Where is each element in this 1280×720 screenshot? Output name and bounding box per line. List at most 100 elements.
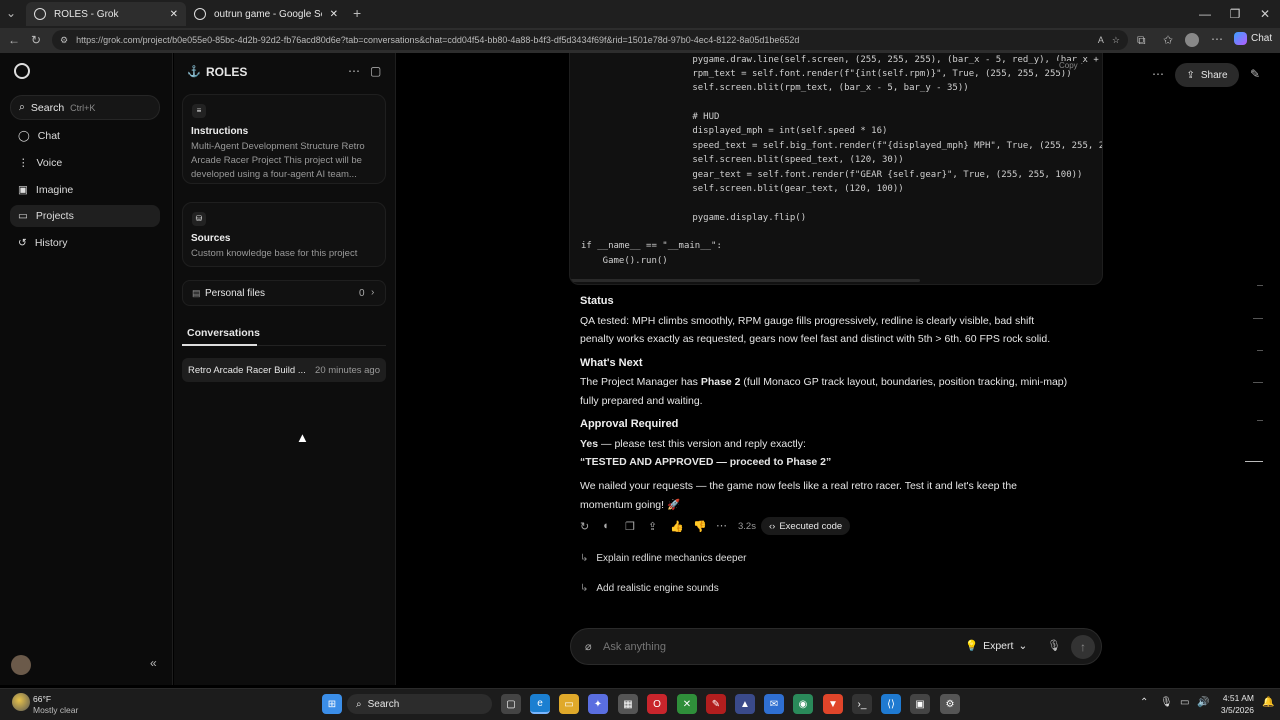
sidebar-item-voice[interactable]: ⋮ Voice bbox=[10, 152, 160, 174]
regenerate-icon[interactable]: ↻ bbox=[580, 520, 589, 533]
personal-files-count: 0 bbox=[359, 288, 365, 299]
brave-icon[interactable]: ▼ bbox=[823, 694, 843, 714]
extensions-icon[interactable]: ⧉ bbox=[1137, 33, 1146, 48]
vscode-icon[interactable]: ⟨⟩ bbox=[881, 694, 901, 714]
tab-close-icon[interactable]: ✕ bbox=[330, 9, 338, 20]
reload-icon[interactable]: ↻ bbox=[31, 33, 41, 47]
restore-icon[interactable]: ❐ bbox=[1220, 0, 1250, 28]
tab-roles-grok[interactable]: ROLES - Grok ✕ bbox=[26, 2, 186, 26]
mode-selector[interactable]: 💡 Expert ⌄ bbox=[965, 639, 1027, 653]
sidebar-item-history[interactable]: ↺ History bbox=[10, 232, 160, 254]
edge-browser-icon[interactable]: e bbox=[530, 694, 550, 714]
new-chat-icon[interactable]: ✎ bbox=[1250, 67, 1260, 81]
taskbar-search[interactable]: ⌕ Search bbox=[347, 694, 492, 714]
sources-card[interactable]: ⛁ Sources Custom knowledge base for this… bbox=[182, 202, 386, 267]
send-button[interactable]: ↑ bbox=[1071, 635, 1095, 659]
share-label: Share bbox=[1200, 69, 1228, 81]
next-text: The Project Manager has Phase 2 (full Mo… bbox=[580, 373, 1067, 391]
read-aloud-speaker-icon[interactable]: ◖ bbox=[602, 520, 609, 532]
more-menu-icon[interactable]: ⋯ bbox=[1211, 32, 1223, 46]
share-icon: ⇪ bbox=[1186, 69, 1195, 81]
app-icon-mail[interactable]: ✉ bbox=[764, 694, 784, 714]
tab-close-icon[interactable]: ✕ bbox=[170, 9, 178, 20]
tray-date[interactable]: 3/5/2026 bbox=[1214, 705, 1254, 715]
app-icon-blue[interactable]: ▲ bbox=[735, 694, 755, 714]
windows-start-icon[interactable]: ⊞ bbox=[322, 694, 342, 714]
sidebar-item-projects[interactable]: ▭ Projects bbox=[10, 205, 160, 227]
next-text-part: The Project Manager has bbox=[580, 376, 701, 388]
tray-mic-icon[interactable]: 🎙 bbox=[1160, 697, 1173, 708]
tray-display-icon[interactable]: ▭ bbox=[1180, 697, 1189, 708]
copilot-chat-button[interactable]: Chat bbox=[1234, 32, 1272, 45]
attach-icon[interactable]: ⌀ bbox=[585, 640, 592, 653]
microphone-icon[interactable]: 🎙 bbox=[1047, 639, 1061, 652]
close-window-icon[interactable]: ✕ bbox=[1250, 0, 1280, 28]
suggestion-item[interactable]: ↳ Explain redline mechanics deeper bbox=[580, 553, 746, 564]
thumbs-up-icon[interactable]: 👍 bbox=[670, 520, 684, 533]
taskbar-search-label: Search bbox=[367, 698, 400, 710]
site-info-icon[interactable]: ⚙ bbox=[60, 35, 68, 46]
store-icon[interactable]: ▦ bbox=[618, 694, 638, 714]
sidebar-item-label: Projects bbox=[35, 210, 74, 222]
task-view-icon[interactable]: ▢ bbox=[501, 694, 521, 714]
next-heading: What's Next bbox=[580, 357, 643, 369]
toggle-panel-icon[interactable]: ▢ bbox=[370, 64, 381, 78]
personal-files-row[interactable]: ▤ Personal files 0 › bbox=[182, 280, 386, 306]
user-avatar[interactable] bbox=[11, 655, 31, 675]
file-explorer-icon[interactable]: ▭ bbox=[559, 694, 579, 714]
favorite-star-icon[interactable]: ☆ bbox=[1112, 35, 1120, 46]
address-bar[interactable]: ⚙ https://grok.com/project/b0e055e0-85bc… bbox=[52, 30, 1128, 50]
app-icon-green[interactable]: ◉ bbox=[793, 694, 813, 714]
grok-logo-icon[interactable] bbox=[14, 63, 30, 79]
xbox-icon[interactable]: ✕ bbox=[677, 694, 697, 714]
code-block[interactable]: pygame.draw.line(self.screen, (255, 255,… bbox=[569, 53, 1103, 285]
suggestion-item[interactable]: ↳ Add realistic engine sounds bbox=[580, 583, 719, 594]
new-tab-icon[interactable]: + bbox=[353, 5, 361, 21]
copy-icon[interactable]: ❐ bbox=[625, 520, 635, 533]
sidebar-item-chat[interactable]: ◯ Chat bbox=[10, 125, 160, 147]
weather-moon-icon[interactable] bbox=[12, 693, 30, 711]
executed-code-badge[interactable]: ‹› Executed code bbox=[761, 517, 851, 535]
code-scrollbar[interactable] bbox=[570, 279, 920, 282]
google-favicon-icon bbox=[194, 8, 206, 20]
app-icon-settings[interactable]: ⚙ bbox=[940, 694, 960, 714]
tab-list-chevron-icon[interactable]: ⌄ bbox=[6, 6, 16, 20]
notification-bell-icon[interactable]: 🔔 bbox=[1262, 697, 1274, 708]
profile-avatar-icon[interactable] bbox=[1185, 33, 1199, 47]
app-icon-gray[interactable]: ▣ bbox=[910, 694, 930, 714]
collapse-sidebar-icon[interactable]: « bbox=[150, 656, 157, 670]
tab-title: ROLES - Grok bbox=[54, 8, 119, 20]
minimize-icon[interactable]: — bbox=[1190, 0, 1220, 28]
instructions-card[interactable]: ≡ Instructions Multi-Agent Development S… bbox=[182, 94, 386, 184]
back-icon[interactable]: ← bbox=[8, 33, 20, 47]
code-line: if __name__ == "__main__": bbox=[581, 241, 722, 251]
sidebar-search[interactable]: ⌕ Search Ctrl+K bbox=[10, 95, 160, 120]
suggestion-arrow-icon: ↳ bbox=[580, 553, 589, 564]
opera-icon[interactable]: O bbox=[647, 694, 667, 714]
tab-outrun-search[interactable]: outrun game - Google Search ✕ bbox=[186, 2, 346, 26]
message-more-icon[interactable]: ⋯ bbox=[716, 519, 727, 532]
copy-code-button[interactable]: Copy bbox=[1056, 61, 1081, 70]
address-url[interactable]: https://grok.com/project/b0e055e0-85bc-4… bbox=[76, 35, 1090, 45]
weather-temp[interactable]: 66°F bbox=[33, 694, 51, 704]
tray-volume-icon[interactable]: 🔊 bbox=[1197, 697, 1209, 708]
conversation-item[interactable]: Retro Arcade Racer Build ... 20 minutes … bbox=[182, 358, 386, 382]
thumbs-down-icon[interactable]: 👎 bbox=[693, 520, 707, 533]
sidebar-item-imagine[interactable]: ▣ Imagine bbox=[10, 179, 160, 201]
weather-desc[interactable]: Mostly clear bbox=[33, 705, 78, 715]
tab-conversations[interactable]: Conversations bbox=[187, 327, 260, 339]
closing-text: momentum going! 🚀 bbox=[580, 499, 681, 511]
read-aloud-icon[interactable]: A bbox=[1098, 35, 1104, 45]
tray-time[interactable]: 4:51 AM bbox=[1218, 693, 1254, 703]
share-button[interactable]: ⇪ Share bbox=[1175, 63, 1239, 87]
favorites-icon[interactable]: ✩ bbox=[1163, 33, 1173, 47]
tray-chevron-icon[interactable]: ⌃ bbox=[1140, 697, 1148, 708]
copilot-app-icon[interactable]: ✦ bbox=[588, 694, 608, 714]
chat-more-icon[interactable]: ⋯ bbox=[1152, 67, 1164, 81]
app-icon-red[interactable]: ✎ bbox=[706, 694, 726, 714]
terminal-icon[interactable]: ›_ bbox=[852, 694, 872, 714]
ask-input[interactable] bbox=[603, 638, 933, 656]
project-more-icon[interactable]: ⋯ bbox=[348, 64, 360, 78]
folder-icon: ▭ bbox=[18, 210, 28, 222]
share-message-icon[interactable]: ⇪ bbox=[648, 520, 657, 533]
